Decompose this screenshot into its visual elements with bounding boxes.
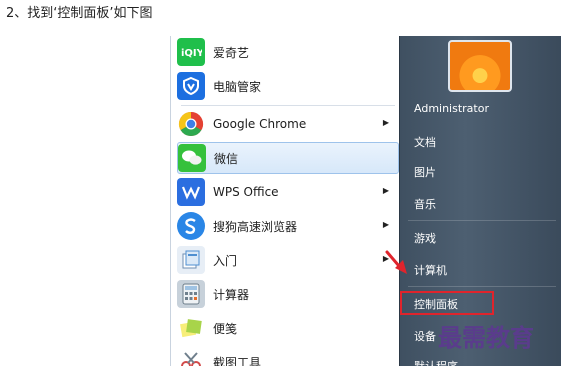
submenu-arrow-icon: ▶: [382, 186, 389, 195]
app-item-iqiyi[interactable]: iQIY 爱奇艺: [177, 36, 399, 68]
shield-icon: [177, 72, 205, 100]
divider: [408, 286, 556, 287]
instruction-text: 2、找到‘控制面板’如下图: [6, 6, 153, 21]
app-label: 计算器: [213, 287, 250, 302]
computer-link[interactable]: 计算机: [414, 262, 447, 278]
app-label: 搜狗高速浏览器: [213, 219, 298, 234]
submenu-arrow-icon: ▶: [382, 118, 389, 127]
app-item-calculator[interactable]: 计算器: [177, 278, 399, 310]
app-label: 入门: [213, 253, 238, 268]
snipping-tool-icon: [177, 348, 205, 366]
app-item-sogou[interactable]: 搜狗高速浏览器 ▶: [177, 210, 399, 242]
app-item-getting-started[interactable]: 入门 ▶: [177, 244, 399, 276]
divider: [181, 105, 395, 106]
calculator-icon: [177, 280, 205, 308]
app-item-sticky-notes[interactable]: 便笺: [177, 312, 399, 344]
getting-started-icon: [177, 246, 205, 274]
submenu-arrow-icon: ▶: [382, 220, 389, 229]
pictures-link[interactable]: 图片: [414, 164, 436, 180]
app-label: WPS Office: [213, 185, 279, 199]
svg-text:iQIY: iQIY: [181, 48, 202, 59]
app-label: 爱奇艺: [213, 45, 250, 60]
app-label: 便笺: [213, 321, 238, 336]
sogou-icon: [177, 212, 205, 240]
app-label: Google Chrome: [213, 117, 307, 131]
music-link[interactable]: 音乐: [414, 196, 436, 212]
wechat-icon: [178, 144, 206, 172]
app-item-wechat[interactable]: 微信: [177, 142, 399, 174]
user-avatar[interactable]: [448, 40, 512, 92]
programs-pane: iQIY 爱奇艺 电脑管家 Google Chrome ▶ 微信 WPS Off…: [170, 36, 399, 366]
divider: [408, 220, 556, 221]
default-programs-link[interactable]: 默认程序: [414, 358, 458, 366]
wps-icon: [177, 178, 205, 206]
watermark-text: 最需教育: [438, 323, 534, 352]
app-item-wps[interactable]: WPS Office ▶: [177, 176, 399, 208]
control-panel-highlight-box: [400, 291, 494, 315]
games-link[interactable]: 游戏: [414, 230, 436, 246]
devices-link[interactable]: 设备: [414, 328, 436, 344]
start-menu: iQIY 爱奇艺 电脑管家 Google Chrome ▶ 微信 WPS Off…: [170, 36, 561, 366]
places-pane: Administrator 文档 图片 音乐 游戏 计算机 控制面板 设备 默认…: [399, 36, 561, 366]
sticky-notes-icon: [177, 314, 205, 342]
app-label: 截图工具: [213, 355, 262, 366]
user-name-link[interactable]: Administrator: [414, 102, 489, 115]
pointer-arrow-icon: [385, 250, 407, 274]
app-item-chrome[interactable]: Google Chrome ▶: [177, 108, 399, 140]
app-item-pc-manager[interactable]: 电脑管家: [177, 70, 399, 102]
iqiyi-icon: iQIY: [177, 38, 205, 66]
app-label: 电脑管家: [213, 79, 262, 94]
chrome-icon: [177, 110, 205, 138]
documents-link[interactable]: 文档: [414, 134, 436, 150]
app-label: 微信: [214, 151, 239, 166]
app-item-snipping-tool[interactable]: 截图工具: [177, 346, 399, 366]
